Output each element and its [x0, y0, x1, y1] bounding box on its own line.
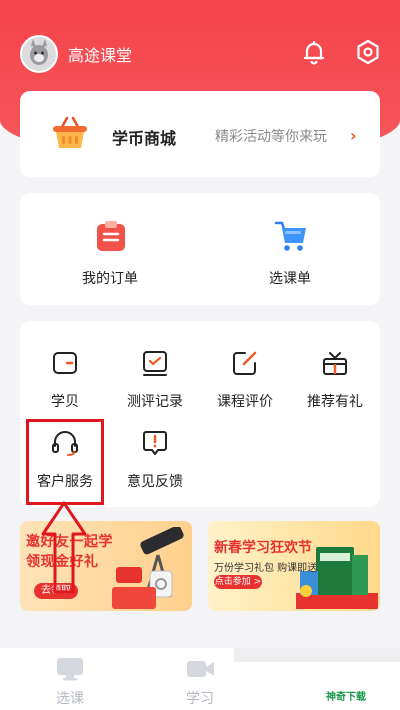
spring-festival-banner[interactable]: 新春学习狂欢节 万份学习礼包 购课即送 点击参加 >	[208, 521, 380, 611]
settings-icon[interactable]	[354, 38, 382, 66]
tool-feedback[interactable]: 意见反馈	[110, 429, 200, 509]
course-cart-item[interactable]: 选课单	[200, 193, 380, 305]
orders-card: 我的订单 选课单	[20, 193, 380, 305]
watermark: 神奇下载	[326, 692, 366, 703]
my-orders-label: 我的订单	[82, 271, 138, 287]
tabbar-overlay	[234, 648, 400, 662]
tool-xuebei-label: 学贝	[51, 394, 79, 410]
course-cart-label: 选课单	[269, 271, 311, 287]
username[interactable]: 高途课堂	[68, 42, 132, 66]
wallet-icon	[53, 352, 77, 374]
video-icon	[187, 661, 214, 677]
up-arrow-annotation	[41, 501, 87, 594]
tool-referral-gift[interactable]: 推荐有礼	[290, 349, 380, 429]
avatar-image	[22, 37, 56, 71]
tool-feedback-label: 意见反馈	[127, 474, 183, 490]
telescope-illustration	[112, 527, 184, 609]
basket-icon	[53, 116, 87, 148]
customer-service-highlight	[26, 419, 104, 505]
tool-referral-gift-label: 推荐有礼	[307, 394, 363, 410]
evaluation-icon	[143, 351, 167, 376]
tool-xuebei[interactable]: 学贝	[20, 349, 110, 429]
top-bar: 高途课堂	[0, 0, 400, 104]
tool-evaluation-records[interactable]: 测评记录	[110, 349, 200, 429]
cart-icon	[274, 221, 306, 251]
gift-icon	[323, 352, 347, 375]
tool-evaluation-label: 测评记录	[127, 394, 183, 410]
bell-icon[interactable]	[300, 38, 328, 66]
coin-mall-subtitle: 精彩活动等你来玩	[215, 129, 327, 145]
tab-study-label: 学习	[186, 691, 214, 707]
coin-mall-title: 学币商城	[112, 129, 177, 148]
spring-banner-button[interactable]: 点击参加 >	[214, 575, 262, 589]
tab-select-course[interactable]: 选课	[0, 648, 140, 710]
coin-mall-card[interactable]: 学币商城 精彩活动等你来玩 ›	[20, 91, 380, 177]
edit-icon	[233, 351, 257, 375]
spring-banner-line2: 万份学习礼包 购课即送	[214, 563, 318, 574]
chevron-right-icon: ›	[350, 126, 357, 145]
tool-course-review[interactable]: 课程评价	[200, 349, 290, 429]
avatar[interactable]	[20, 35, 58, 73]
monitor-icon	[57, 658, 83, 681]
feedback-icon	[143, 431, 167, 455]
tool-course-review-label: 课程评价	[217, 394, 273, 410]
my-orders-item[interactable]: 我的订单	[20, 193, 200, 305]
tab-select-course-label: 选课	[56, 691, 84, 707]
clipboard-icon	[97, 221, 125, 251]
spring-banner-line1: 新春学习狂欢节	[214, 540, 312, 556]
